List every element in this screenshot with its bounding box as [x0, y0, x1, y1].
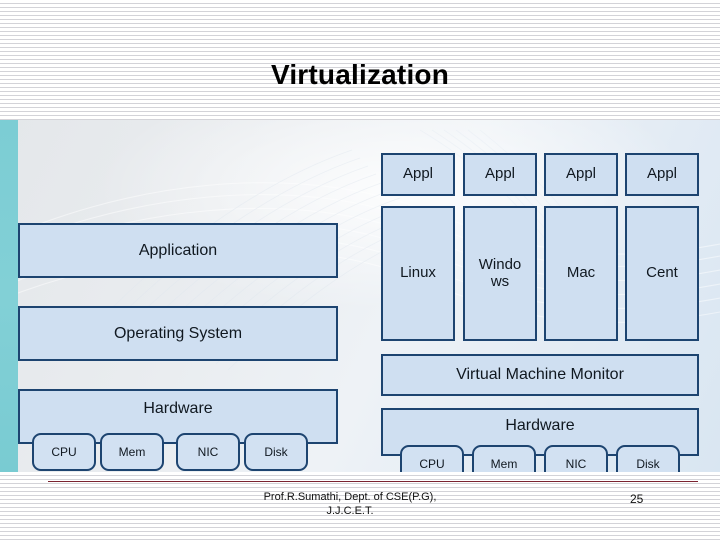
right-app-box-1: Appl: [381, 153, 455, 196]
right-app-box-3-label: Appl: [565, 165, 597, 183]
right-hardware-component-disk: Disk: [616, 445, 680, 472]
right-guest-os-mac: Mac: [544, 206, 618, 341]
page-number: 25: [630, 492, 644, 506]
right-hardware-component-nic-label: NIC: [565, 456, 587, 471]
left-hardware-component-nic-label: NIC: [197, 444, 219, 459]
right-guest-os-cent: Cent: [625, 206, 699, 341]
left-teal-band: [0, 120, 18, 472]
left-hardware-component-mem-label: Mem: [118, 444, 146, 459]
left-hardware-component-disk-label: Disk: [264, 444, 288, 459]
left-hardware-component-disk: Disk: [244, 433, 308, 471]
right-hardware-component-mem: Mem: [472, 445, 536, 472]
left-layer-operating-system-label: Operating System: [113, 324, 243, 342]
page-title: Virtualization: [270, 59, 450, 90]
diagram-image: Application Operating System Hardware CP…: [0, 120, 720, 472]
right-app-box-4: Appl: [625, 153, 699, 196]
right-hardware-component-disk-label: Disk: [636, 456, 660, 471]
left-hardware-component-cpu: CPU: [32, 433, 96, 471]
right-hardware-component-cpu-label: CPU: [419, 456, 445, 471]
right-guest-os-linux: Linux: [381, 206, 455, 341]
right-hardware-component-mem-label: Mem: [490, 456, 518, 471]
right-app-box-1-label: Appl: [402, 165, 434, 183]
slide: Virtualization Application Operating Sys…: [0, 0, 720, 540]
right-hardware-layer-label: Hardware: [505, 417, 575, 434]
right-guest-os-windows: Windows: [463, 206, 537, 341]
right-guest-os-cent-label: Cent: [646, 264, 678, 282]
right-guest-os-mac-label: Mac: [566, 264, 596, 282]
footer-credit: Prof.R.Sumathi, Dept. of CSE(P.G), J.J.C…: [150, 490, 550, 518]
left-hardware-component-mem: Mem: [100, 433, 164, 471]
right-app-box-2: Appl: [463, 153, 537, 196]
footer-credit-line-1: Prof.R.Sumathi, Dept. of CSE(P.G),: [263, 491, 437, 503]
left-layer-operating-system: Operating System: [18, 306, 338, 361]
right-app-box-2-label: Appl: [484, 165, 516, 183]
footer-divider: [48, 481, 698, 482]
right-virtual-machine-monitor-label: Virtual Machine Monitor: [456, 366, 624, 384]
left-layer-application-label: Application: [138, 241, 218, 259]
left-layer-application: Application: [18, 223, 338, 278]
right-app-box-4-label: Appl: [646, 165, 678, 183]
right-guest-os-linux-label: Linux: [400, 264, 436, 282]
right-hardware-component-nic: NIC: [544, 445, 608, 472]
footer-credit-line-2: J.J.C.E.T.: [326, 505, 374, 517]
right-virtual-machine-monitor: Virtual Machine Monitor: [381, 354, 699, 396]
right-app-box-3: Appl: [544, 153, 618, 196]
title-zone: Virtualization: [0, 52, 720, 98]
left-hardware-component-cpu-label: CPU: [51, 444, 77, 459]
right-guest-os-windows-label: Windows: [478, 256, 522, 290]
left-hardware-component-nic: NIC: [176, 433, 240, 471]
left-layer-hardware-label: Hardware: [143, 400, 213, 417]
right-hardware-component-cpu: CPU: [400, 445, 464, 472]
